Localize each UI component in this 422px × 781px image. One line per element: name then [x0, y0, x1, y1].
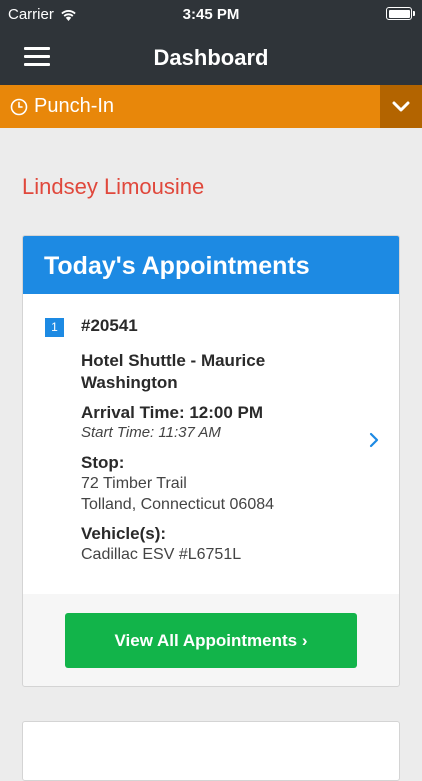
- stop-address: 72 Timber Trail Tolland, Connecticut 060…: [81, 473, 399, 515]
- status-bar: Carrier 3:45 PM: [0, 0, 422, 28]
- appointments-header: Today's Appointments: [23, 236, 399, 294]
- clock: 3:45 PM: [182, 6, 240, 23]
- appointment-index-badge: 1: [45, 318, 64, 337]
- punch-bar: Punch-In: [0, 85, 422, 128]
- start-time: Start Time: 11:37 AM: [81, 424, 221, 441]
- punch-dropdown-toggle[interactable]: [380, 85, 422, 128]
- nav-bar: Dashboard: [0, 28, 422, 85]
- appointment-item[interactable]: 1 #20541 Hotel Shuttle - Maurice Washing…: [23, 294, 399, 594]
- vehicle-label: Vehicle(s):: [81, 524, 167, 543]
- punch-in-button[interactable]: Punch-In: [10, 95, 114, 118]
- next-card: [22, 721, 400, 781]
- appointment-number: #20541: [81, 316, 138, 335]
- arrival-time: Arrival Time: 12:00 PM: [81, 403, 264, 422]
- company-name: Lindsey Limousine: [22, 174, 205, 199]
- view-all-appointments-button[interactable]: View All Appointments ›: [65, 613, 357, 668]
- appointment-name: Hotel Shuttle - Maurice Washington: [81, 351, 266, 392]
- chevron-right-icon: [369, 432, 379, 448]
- vehicle-value: Cadillac ESV #L6751L: [81, 546, 242, 563]
- clock-icon: [10, 98, 28, 115]
- chevron-down-icon: [392, 101, 410, 111]
- appointments-card: Today's Appointments 1 #20541 Hotel Shut…: [22, 235, 400, 687]
- stop-address-line2: Tolland, Connecticut 06084: [81, 496, 275, 513]
- punch-in-label: Punch-In: [34, 95, 115, 117]
- battery-icon: [386, 7, 415, 20]
- stop-label: Stop:: [81, 453, 125, 472]
- page-title: Dashboard: [153, 45, 269, 70]
- stop-address-line1: 72 Timber Trail: [81, 475, 187, 492]
